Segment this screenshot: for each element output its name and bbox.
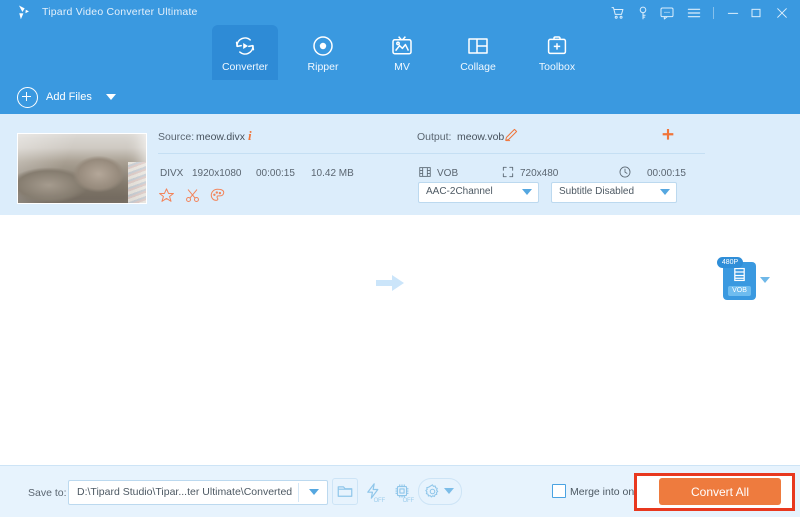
- window-title: Tipard Video Converter Ultimate: [42, 6, 198, 18]
- subtitle-track-value: Subtitle Disabled: [559, 186, 635, 197]
- output-label: Output:: [417, 131, 452, 143]
- close-button[interactable]: [774, 5, 790, 21]
- rename-pencil-icon[interactable]: [503, 127, 519, 143]
- source-format: DIVX: [160, 168, 184, 179]
- output-resolution: 720x480: [520, 168, 559, 179]
- source-duration: 00:00:15: [256, 168, 295, 179]
- output-divider: [417, 153, 705, 154]
- clock-icon: [618, 165, 632, 179]
- source-filesize: 10.42 MB: [311, 168, 354, 179]
- tab-converter[interactable]: Converter: [212, 25, 278, 80]
- thumbnail-detail: [128, 161, 146, 203]
- tipard-logo-icon: [15, 3, 34, 22]
- source-resolution: 1920x1080: [192, 168, 242, 179]
- output-format: VOB: [437, 168, 459, 179]
- plus-circle-icon: [17, 86, 38, 108]
- toolbox-icon: [545, 34, 569, 58]
- titlebar-divider: [713, 7, 714, 19]
- conversion-arrow-icon: [376, 272, 406, 294]
- quality-badge: 480P: [717, 257, 743, 268]
- film-strip-icon: [732, 267, 747, 283]
- add-files-label: Add Files: [46, 91, 92, 103]
- main-tab-bar: Converter Ripper MV Collage Toolbox: [0, 25, 800, 80]
- info-icon[interactable]: i: [248, 128, 252, 144]
- output-filename: meow.vob: [457, 131, 505, 143]
- input-divider: [298, 483, 299, 502]
- source-label: Source:: [158, 131, 195, 143]
- hamburger-menu-icon[interactable]: [686, 5, 702, 21]
- file-list: Source: meow.divx i DIVX 1920x1080 00:00…: [0, 114, 800, 465]
- title-bar: Tipard Video Converter Ultimate: [0, 0, 800, 25]
- preferences-button[interactable]: [418, 478, 462, 505]
- hardware-acceleration-toggle[interactable]: OFF: [360, 478, 386, 505]
- chevron-down-icon: [444, 488, 454, 494]
- save-to-input[interactable]: D:\Tipard Studio\Tipar...ter Ultimate\Co…: [68, 480, 328, 505]
- file-list-item[interactable]: Source: meow.divx i DIVX 1920x1080 00:00…: [0, 114, 800, 300]
- tab-label: MV: [394, 61, 410, 73]
- tab-label: Ripper: [307, 61, 339, 73]
- mv-icon: [390, 34, 414, 58]
- chevron-down-icon: [522, 189, 532, 195]
- merge-into-one-file-checkbox[interactable]: [552, 484, 566, 498]
- key-icon[interactable]: [635, 5, 651, 21]
- tab-label: Converter: [221, 61, 269, 73]
- action-toolbar: Add Files Converting Converted Convert A…: [0, 80, 800, 189]
- cart-icon[interactable]: [610, 5, 626, 21]
- convert-all-button[interactable]: Convert All: [659, 478, 781, 505]
- badge-format-label: VOB: [728, 286, 751, 296]
- tab-mv[interactable]: MV: [369, 25, 435, 80]
- minimize-button[interactable]: [725, 5, 741, 21]
- tab-label: Collage: [460, 61, 496, 73]
- badge-chevron-down-icon[interactable]: [760, 277, 770, 283]
- gpu-acceleration-toggle[interactable]: OFF: [389, 478, 415, 505]
- open-folder-button[interactable]: [332, 478, 358, 505]
- trim-icon[interactable]: [184, 187, 201, 204]
- gpu-acceleration-state: OFF: [402, 498, 415, 504]
- film-icon: [418, 165, 432, 179]
- collage-icon: [466, 34, 490, 58]
- add-output-profile-icon[interactable]: [660, 127, 676, 143]
- save-to-label: Save to:: [28, 487, 67, 499]
- tab-collage[interactable]: Collage: [445, 25, 511, 80]
- tab-label: Toolbox: [538, 61, 576, 73]
- app-window: Tipard Video Converter Ultimate Converte…: [0, 0, 800, 517]
- chevron-down-icon: [660, 189, 670, 195]
- video-thumbnail[interactable]: [17, 133, 147, 204]
- feedback-icon[interactable]: [659, 5, 675, 21]
- tab-toolbox[interactable]: Toolbox: [524, 25, 590, 80]
- output-duration: 00:00:15: [647, 168, 686, 179]
- audio-track-select[interactable]: AAC-2Channel: [418, 182, 539, 203]
- chevron-down-icon[interactable]: [105, 94, 116, 100]
- add-files-button[interactable]: Add Files: [17, 86, 116, 108]
- chevron-down-icon[interactable]: [309, 489, 319, 495]
- resolution-icon: [501, 165, 515, 179]
- subtitle-track-select[interactable]: Subtitle Disabled: [551, 182, 677, 203]
- enhance-icon[interactable]: [158, 187, 175, 204]
- source-filename: meow.divx: [196, 131, 246, 143]
- tab-ripper[interactable]: Ripper: [290, 25, 356, 80]
- save-to-path: D:\Tipard Studio\Tipar...ter Ultimate\Co…: [77, 486, 293, 498]
- maximize-button[interactable]: [748, 5, 764, 21]
- audio-track-value: AAC-2Channel: [426, 186, 493, 197]
- converter-icon: [233, 34, 257, 58]
- hardware-acceleration-state: OFF: [373, 498, 386, 504]
- edit-effects-icon[interactable]: [209, 187, 226, 204]
- disc-icon: [311, 34, 335, 58]
